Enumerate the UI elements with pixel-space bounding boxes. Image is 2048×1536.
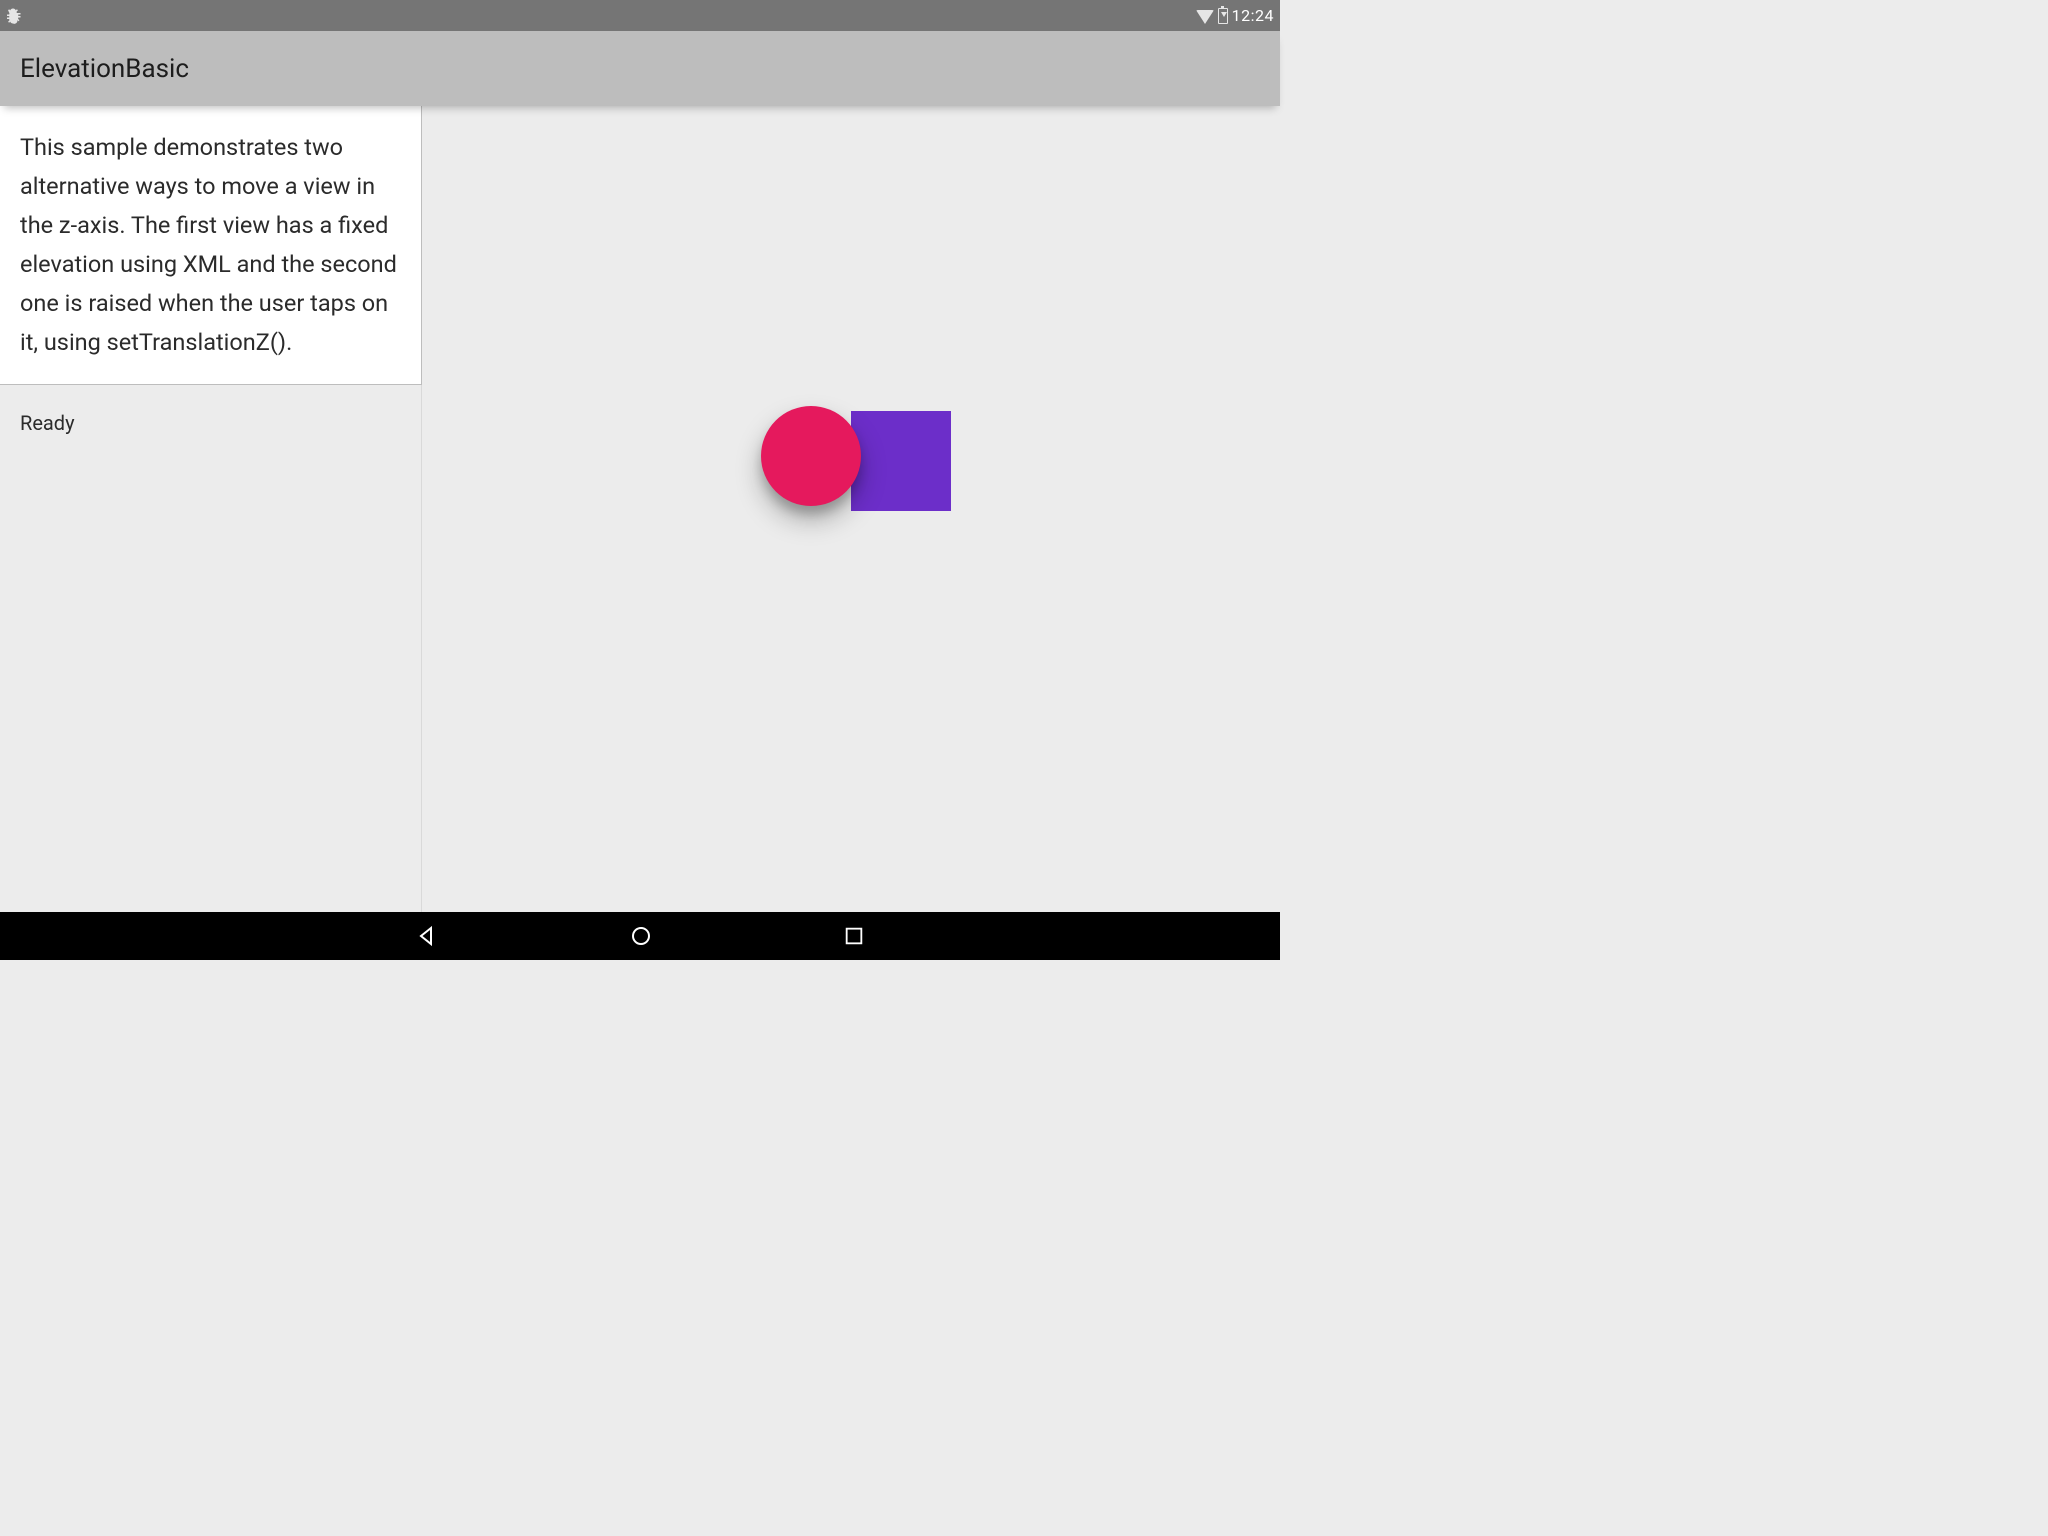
- recent-apps-button[interactable]: [843, 925, 865, 947]
- app-title: ElevationBasic: [20, 54, 189, 84]
- status-clock: 12:24: [1232, 6, 1274, 25]
- battery-charging-icon: [1218, 8, 1228, 24]
- wifi-icon: [1196, 10, 1214, 24]
- log-area: Ready: [0, 385, 422, 912]
- description-card: This sample demonstrates two alternative…: [0, 106, 422, 385]
- description-text: This sample demonstrates two alternative…: [20, 133, 397, 356]
- demo-canvas: [422, 106, 1280, 912]
- square-view[interactable]: [851, 411, 951, 511]
- android-status-bar: 12:24: [0, 0, 1280, 31]
- circle-view[interactable]: [761, 406, 861, 506]
- content-area: This sample demonstrates two alternative…: [0, 106, 1280, 912]
- back-button[interactable]: [415, 924, 439, 948]
- app-bar: ElevationBasic: [0, 31, 1280, 106]
- debug-icon: [4, 7, 22, 25]
- home-button[interactable]: [629, 924, 653, 948]
- shape-stage: [761, 411, 941, 511]
- android-nav-bar: [0, 912, 1280, 960]
- left-pane: This sample demonstrates two alternative…: [0, 106, 422, 912]
- log-status: Ready: [20, 411, 75, 435]
